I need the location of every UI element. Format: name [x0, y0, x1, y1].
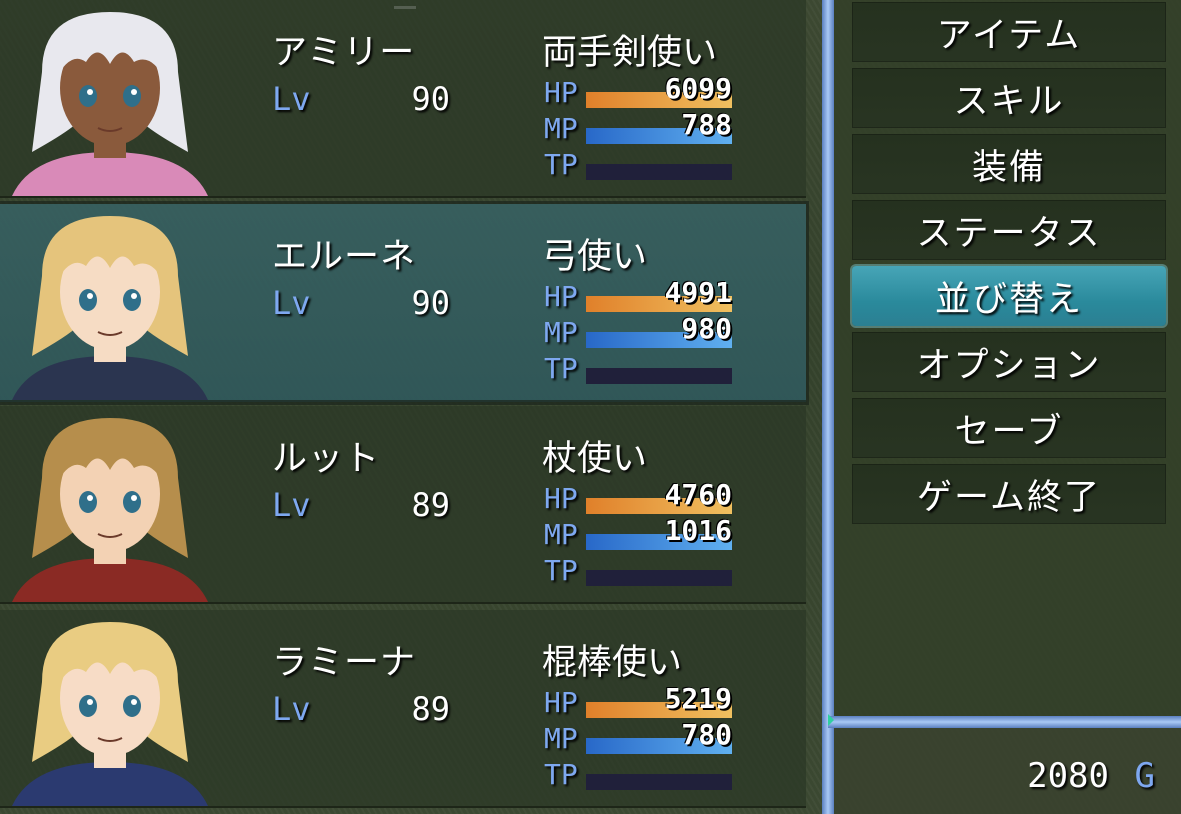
menu-item-save[interactable]: セーブ: [852, 398, 1166, 458]
menu-item-game-end[interactable]: ゲーム終了: [852, 464, 1166, 524]
portrait-eye-left: [79, 85, 97, 107]
portrait-eye-shine-left: [87, 293, 93, 299]
portrait-eye-shine-right: [131, 495, 137, 501]
portrait-outfit: [12, 152, 208, 196]
hp-value: 4760: [664, 478, 732, 511]
gold-currency-unit: G: [1134, 756, 1155, 796]
level-label: Lv: [272, 690, 311, 728]
tp-label: TP: [544, 148, 578, 181]
hp-gauge: HP 5219: [542, 682, 734, 720]
tp-label: TP: [544, 352, 578, 385]
tp-gauge: TP: [542, 148, 734, 182]
level-label: Lv: [272, 284, 311, 322]
window-divider: [822, 0, 834, 814]
level-value: 89: [411, 690, 450, 728]
mp-gauge: MP 788: [542, 108, 734, 146]
mp-value: 1016: [664, 514, 732, 547]
party-status-window[interactable]: アミリー Lv 90 両手剣使い HP 6099 MP 788 TP エルーネ …: [0, 0, 809, 814]
party-member-row[interactable]: アミリー Lv 90 両手剣使い HP 6099 MP 788 TP: [0, 0, 806, 198]
cursor-arrow-icon: [828, 714, 834, 726]
mp-label: MP: [544, 112, 578, 145]
tp-label: TP: [544, 554, 578, 587]
tp-gauge: TP: [542, 352, 734, 386]
tp-gauge: TP: [542, 554, 734, 588]
character-portrait: [2, 206, 218, 400]
portrait-eye-left: [79, 491, 97, 513]
menu-item-equip[interactable]: 装備: [852, 134, 1166, 194]
gold-window: 2080 G: [834, 728, 1181, 814]
portrait-eye-shine-left: [87, 699, 93, 705]
portrait-eye-shine-right: [131, 699, 137, 705]
character-class: 両手剣使い: [542, 33, 718, 73]
level-value: 90: [411, 80, 450, 118]
menu-item-items[interactable]: アイテム: [852, 2, 1166, 62]
mp-gauge: MP 780: [542, 718, 734, 756]
portrait-outfit: [12, 558, 208, 602]
portrait-eye-shine-right: [131, 89, 137, 95]
portrait-eye-shine-left: [87, 495, 93, 501]
party-member-row-selected[interactable]: エルーネ Lv 90 弓使い HP 4991 MP 980 TP: [0, 201, 809, 405]
level-value: 90: [411, 284, 450, 322]
level-label: Lv: [272, 80, 311, 118]
character-name: アミリー: [272, 33, 416, 73]
character-portrait: [2, 2, 218, 196]
character-class: 杖使い: [542, 439, 648, 479]
party-member-row[interactable]: ルット Lv 89 杖使い HP 4760 MP 1016 TP: [0, 406, 806, 604]
portrait-eye-right: [123, 85, 141, 107]
portrait-eye-right: [123, 695, 141, 717]
level-value: 89: [411, 486, 450, 524]
mp-value: 980: [681, 312, 732, 345]
level-label: Lv: [272, 486, 311, 524]
mp-label: MP: [544, 316, 578, 349]
command-menu-window[interactable]: アイテム スキル 装備 ステータス 並び替え オプション セーブ ゲーム終了: [834, 0, 1181, 716]
mp-gauge: MP 980: [542, 312, 734, 350]
portrait-eye-left: [79, 289, 97, 311]
hp-label: HP: [544, 76, 578, 109]
character-name: ラミーナ: [272, 643, 417, 683]
hp-value: 4991: [664, 276, 732, 309]
party-member-row[interactable]: ラミーナ Lv 89 棍棒使い HP 5219 MP 780 TP: [0, 610, 806, 808]
hp-value: 6099: [664, 72, 732, 105]
portrait-eye-right: [123, 491, 141, 513]
menu-item-status[interactable]: ステータス: [852, 200, 1166, 260]
tp-gauge: TP: [542, 758, 734, 792]
portrait-eye-right: [123, 289, 141, 311]
portrait-eye-shine-right: [131, 293, 137, 299]
portrait-eye-left: [79, 695, 97, 717]
hp-gauge: HP 6099: [542, 72, 734, 110]
menu-item-formation[interactable]: 並び替え: [852, 266, 1166, 326]
character-portrait: [2, 408, 218, 602]
hp-gauge: HP 4991: [542, 276, 734, 314]
mp-gauge: MP 1016: [542, 514, 734, 552]
portrait-eye-shine-left: [87, 89, 93, 95]
portrait-outfit: [12, 762, 208, 806]
window-divider-horizontal: [828, 716, 1181, 728]
character-class: 弓使い: [542, 237, 648, 277]
mp-value: 780: [681, 718, 732, 751]
hp-gauge: HP 4760: [542, 478, 734, 516]
menu-item-options[interactable]: オプション: [852, 332, 1166, 392]
hp-label: HP: [544, 482, 578, 515]
hp-value: 5219: [664, 682, 732, 715]
mp-label: MP: [544, 722, 578, 755]
mp-value: 788: [681, 108, 732, 141]
character-name: エルーネ: [272, 237, 417, 277]
hp-label: HP: [544, 280, 578, 313]
tp-label: TP: [544, 758, 578, 791]
hp-label: HP: [544, 686, 578, 719]
character-name: ルット: [272, 439, 381, 479]
gold-amount: 2080: [1027, 756, 1109, 796]
menu-item-skills[interactable]: スキル: [852, 68, 1166, 128]
character-portrait: [2, 612, 218, 806]
portrait-outfit: [12, 356, 208, 400]
character-class: 棍棒使い: [542, 643, 683, 683]
mp-label: MP: [544, 518, 578, 551]
